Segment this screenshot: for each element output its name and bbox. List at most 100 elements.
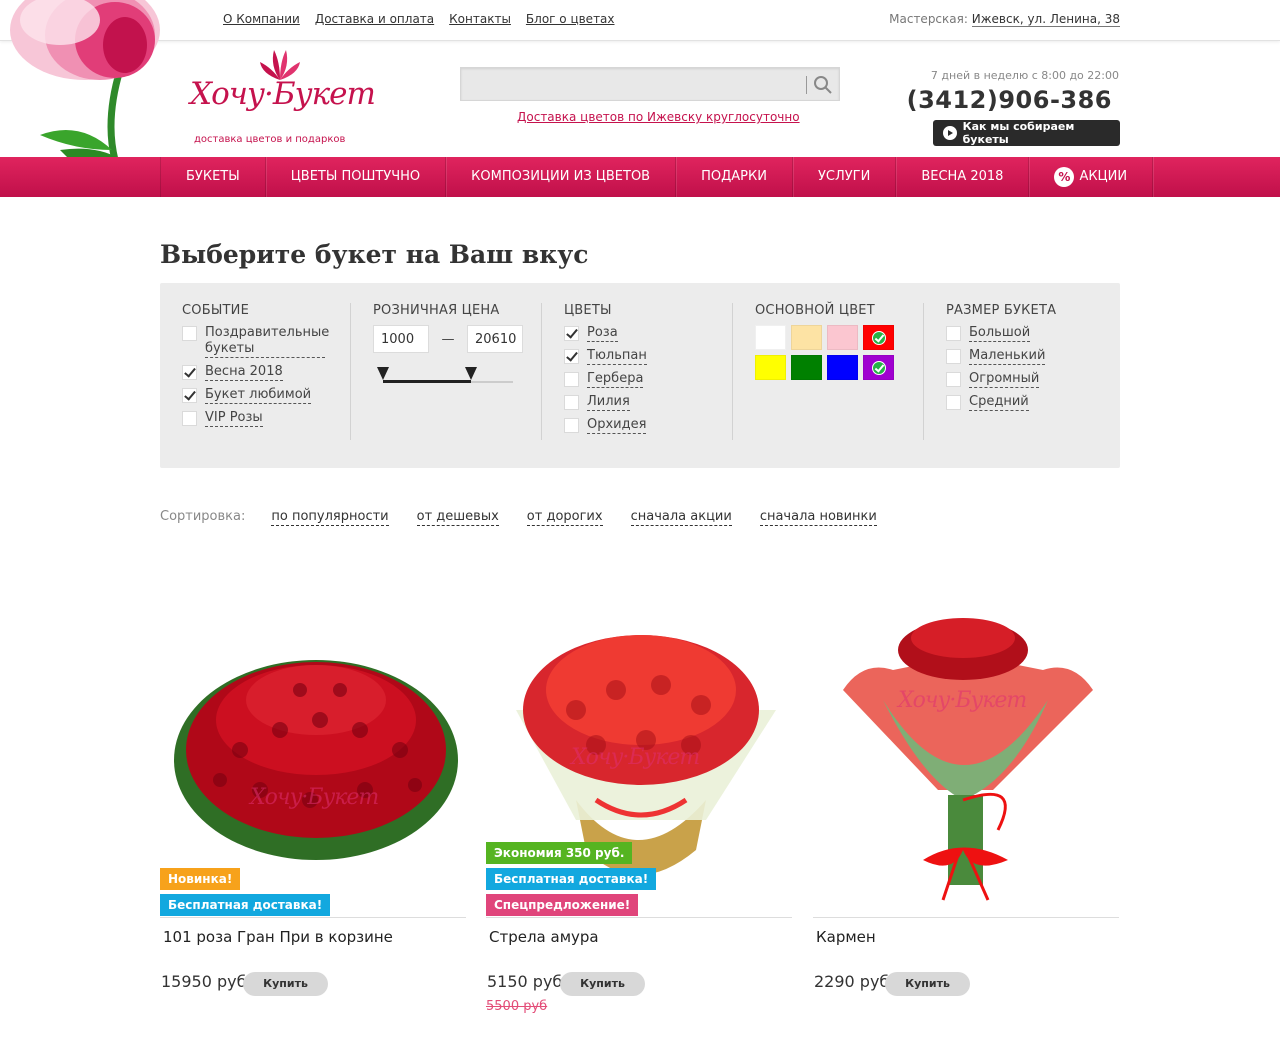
- sort-popularity[interactable]: по популярности: [271, 509, 389, 526]
- how-we-make-button[interactable]: Как мы собираем букеты: [933, 120, 1120, 146]
- flowers-option[interactable]: Гербера: [564, 371, 647, 388]
- menu-services[interactable]: УСЛУГИ: [793, 157, 897, 197]
- sort-cheap-first[interactable]: от дешевых: [416, 509, 499, 526]
- buy-button[interactable]: Купить: [885, 972, 970, 996]
- color-swatch[interactable]: [827, 355, 858, 380]
- checkbox[interactable]: [564, 349, 579, 364]
- checkbox[interactable]: [182, 411, 197, 426]
- flowers-option-label[interactable]: Орхидея: [587, 417, 647, 434]
- price-slider-max-handle[interactable]: [465, 367, 478, 380]
- buy-button[interactable]: Купить: [560, 972, 645, 996]
- product-name[interactable]: 101 роза Гран При в корзине: [163, 928, 393, 946]
- color-swatch[interactable]: [791, 355, 822, 380]
- color-swatch[interactable]: [755, 325, 786, 350]
- filter-price-title: РОЗНИЧНАЯ ЦЕНА: [373, 303, 500, 318]
- size-option[interactable]: Маленький: [946, 348, 1056, 365]
- color-swatch[interactable]: [755, 355, 786, 380]
- top-nav-contacts[interactable]: Контакты: [449, 12, 511, 26]
- price-slider-min-handle[interactable]: [377, 367, 389, 380]
- checkbox[interactable]: [564, 395, 579, 410]
- product-price: 15950 руб: [161, 972, 247, 991]
- search-icon[interactable]: [813, 75, 833, 95]
- checkbox[interactable]: [564, 326, 579, 341]
- price-range-inputs: —: [373, 325, 523, 353]
- product-card[interactable]: Хочу·Букет Кармен 2290 руб Купить: [813, 600, 1119, 1020]
- search-input[interactable]: [461, 68, 801, 100]
- size-option[interactable]: Огромный: [946, 371, 1056, 388]
- menu-single-flowers[interactable]: ЦВЕТЫ ПОШТУЧНО: [266, 157, 447, 197]
- top-nav-delivery[interactable]: Доставка и оплата: [315, 12, 434, 26]
- flowers-option-label[interactable]: Роза: [587, 325, 618, 342]
- checkbox[interactable]: [182, 388, 197, 403]
- product-card[interactable]: Хочу·Букет Новинка! Бесплатная доставка! …: [160, 600, 466, 1020]
- size-option[interactable]: Средний: [946, 394, 1056, 411]
- menu-spring-2018[interactable]: ВЕСНА 2018: [896, 157, 1030, 197]
- checkbox[interactable]: [946, 349, 961, 364]
- checkbox[interactable]: [564, 418, 579, 433]
- workshop-label: Мастерская:: [889, 12, 968, 26]
- event-option[interactable]: Букет любимой: [182, 387, 325, 404]
- sort-expensive-first[interactable]: от дорогих: [526, 509, 603, 526]
- flowers-option-label[interactable]: Лилия: [587, 394, 630, 411]
- delivery-link[interactable]: Доставка цветов по Ижевску круглосуточно: [517, 110, 800, 124]
- color-swatch[interactable]: [863, 355, 894, 380]
- checkbox[interactable]: [946, 395, 961, 410]
- checkbox[interactable]: [182, 326, 197, 341]
- price-slider[interactable]: [377, 367, 513, 391]
- flowers-option-label[interactable]: Гербера: [587, 371, 644, 388]
- size-option-label[interactable]: Маленький: [969, 348, 1046, 365]
- flowers-option[interactable]: Орхидея: [564, 417, 647, 434]
- menu-promotions[interactable]: % АКЦИИ: [1029, 157, 1154, 197]
- product-watermark: Хочу·Букет: [898, 688, 1027, 713]
- price-min-input[interactable]: [373, 325, 429, 353]
- color-swatch[interactable]: [791, 325, 822, 350]
- product-divider: [160, 917, 466, 918]
- checkbox[interactable]: [564, 372, 579, 387]
- color-swatch[interactable]: [827, 325, 858, 350]
- event-option-label[interactable]: VIP Розы: [205, 410, 263, 427]
- price-slider-fill: [383, 380, 472, 383]
- flowers-option[interactable]: Роза: [564, 325, 647, 342]
- filter-divider: [732, 303, 733, 440]
- play-icon: [943, 126, 957, 140]
- flowers-option[interactable]: Тюльпан: [564, 348, 647, 365]
- menu-compositions[interactable]: КОМПОЗИЦИИ ИЗ ЦВЕТОВ: [446, 157, 677, 197]
- event-option[interactable]: VIP Розы: [182, 410, 325, 427]
- flowers-option[interactable]: Лилия: [564, 394, 647, 411]
- checkbox[interactable]: [946, 372, 961, 387]
- top-nav-blog[interactable]: Блог о цветах: [526, 12, 615, 26]
- product-image-carmen[interactable]: [813, 600, 1119, 918]
- event-option[interactable]: Поздравительные букеты: [182, 325, 329, 358]
- product-name[interactable]: Стрела амура: [489, 928, 599, 946]
- price-max-input[interactable]: [467, 325, 523, 353]
- site-logo[interactable]: Хочу·Букет доставка цветов и подарков: [190, 46, 376, 150]
- product-card[interactable]: Хочу·Букет Экономия 350 руб. Бесплатная д…: [486, 600, 792, 1020]
- color-swatch[interactable]: [863, 325, 894, 350]
- sort-promotions-first[interactable]: сначала акции: [630, 509, 732, 526]
- size-option-label[interactable]: Большой: [969, 325, 1031, 342]
- event-option-label[interactable]: Весна 2018: [205, 364, 283, 381]
- buy-button[interactable]: Купить: [243, 972, 328, 996]
- menu-spring-label: ВЕСНА 2018: [921, 169, 1004, 184]
- product-name[interactable]: Кармен: [816, 928, 876, 946]
- sort-new-first[interactable]: сначала новинки: [759, 509, 877, 526]
- menu-bouquets[interactable]: БУКЕТЫ: [160, 157, 266, 197]
- event-option[interactable]: Весна 2018: [182, 364, 325, 381]
- check-icon: [872, 361, 886, 375]
- size-option-label[interactable]: Огромный: [969, 371, 1040, 388]
- workshop-address[interactable]: Ижевск, ул. Ленина, 38: [971, 12, 1120, 27]
- search-box: [460, 67, 840, 101]
- main-menu: БУКЕТЫ ЦВЕТЫ ПОШТУЧНО КОМПОЗИЦИИ ИЗ ЦВЕТ…: [0, 157, 1280, 197]
- event-option-label[interactable]: Поздравительные букеты: [205, 325, 329, 358]
- product-divider: [813, 917, 1119, 918]
- size-option-label[interactable]: Средний: [969, 394, 1029, 411]
- menu-bouquets-label: БУКЕТЫ: [186, 169, 240, 184]
- event-option-label[interactable]: Букет любимой: [205, 387, 312, 404]
- top-nav-about[interactable]: О Компании: [223, 12, 300, 26]
- size-option[interactable]: Большой: [946, 325, 1056, 342]
- checkbox[interactable]: [946, 326, 961, 341]
- menu-gifts[interactable]: ПОДАРКИ: [676, 157, 793, 197]
- phone-number[interactable]: (3412)906-386: [907, 86, 1112, 114]
- flowers-option-label[interactable]: Тюльпан: [587, 348, 647, 365]
- checkbox[interactable]: [182, 365, 197, 380]
